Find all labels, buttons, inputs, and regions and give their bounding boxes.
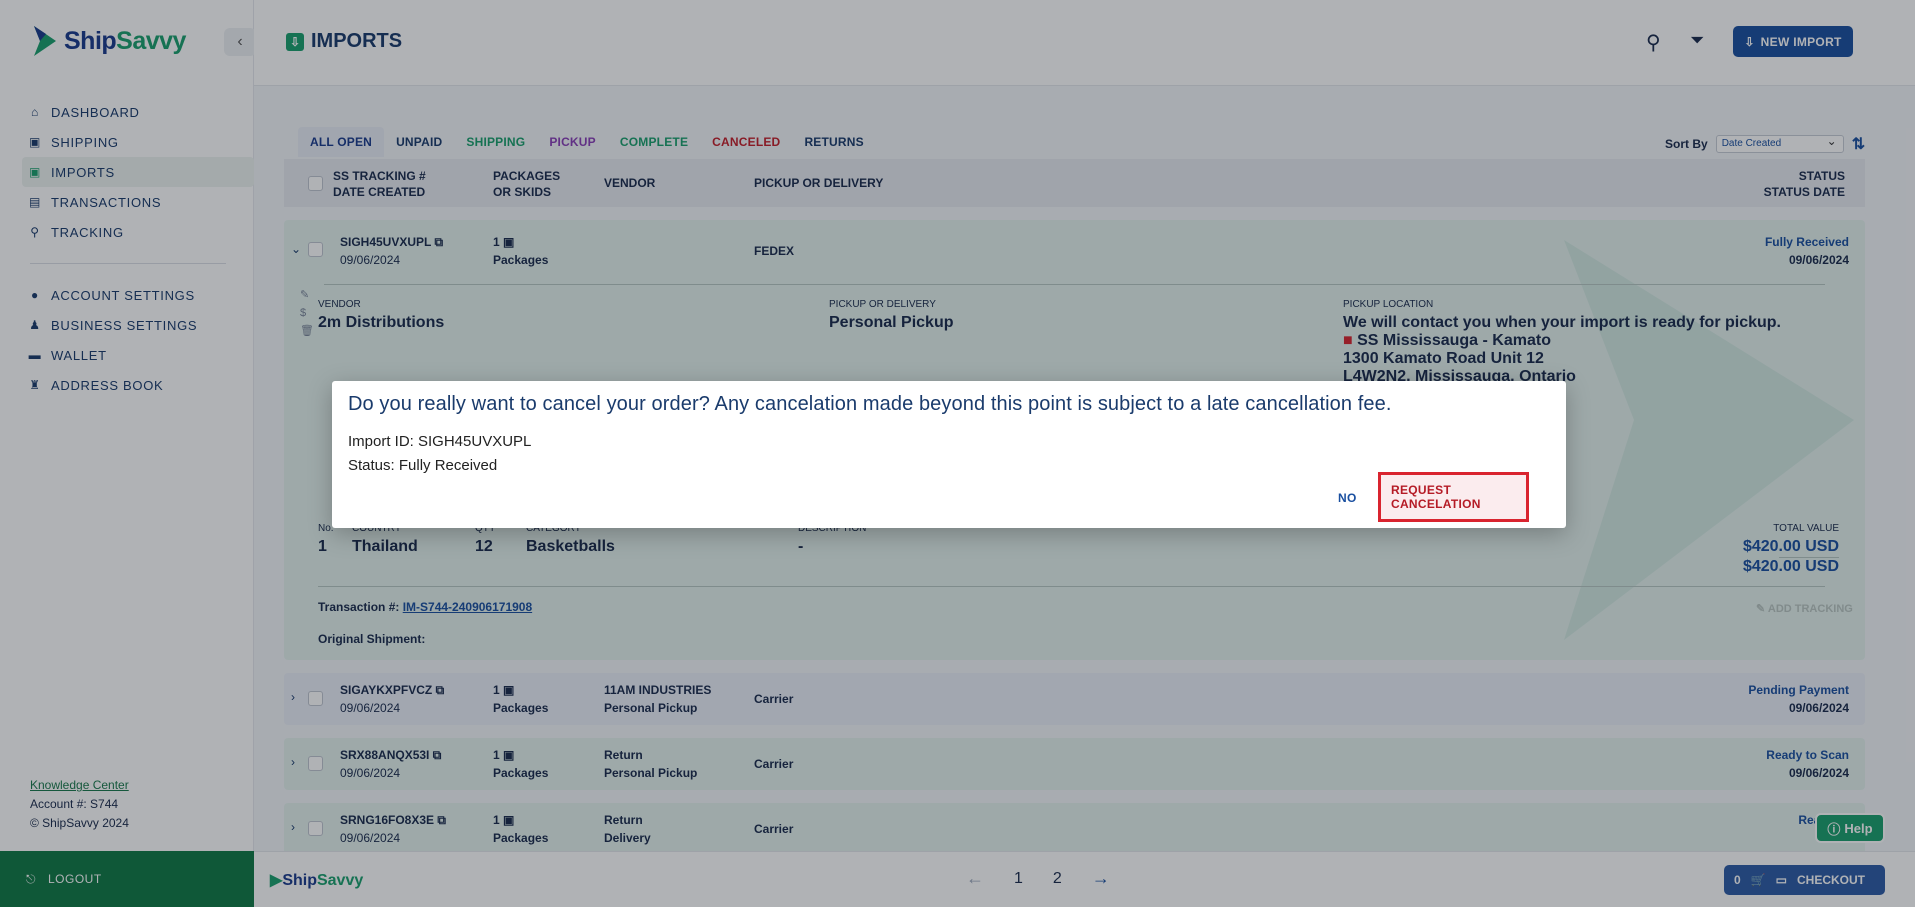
dialog-title: Do you really want to cancel your order?…: [348, 393, 1392, 415]
dialog-body: Import ID: SIGH45UVXUPL Status: Fully Re…: [348, 430, 531, 478]
import-id-text: Import ID: SIGH45UVXUPL: [348, 433, 532, 450]
no-button[interactable]: NO: [1338, 491, 1357, 505]
request-cancelation-button[interactable]: REQUEST CANCELATION: [1378, 472, 1529, 522]
cancel-order-dialog: Do you really want to cancel your order?…: [332, 381, 1566, 528]
status-text: Status: Fully Received: [348, 457, 498, 474]
